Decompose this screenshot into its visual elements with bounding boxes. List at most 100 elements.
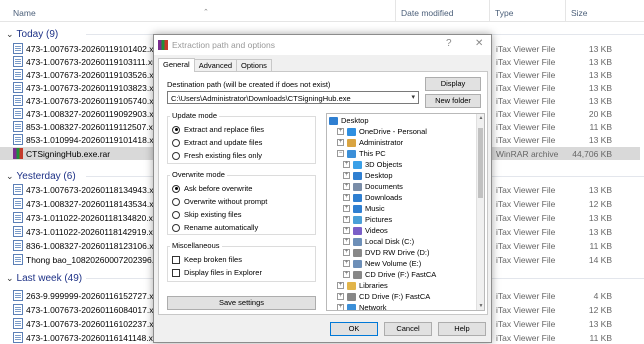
radio-icon[interactable] bbox=[172, 210, 180, 219]
destination-path-value: C:\Users\Administrator\Downloads\CTSigni… bbox=[171, 94, 351, 103]
group-header[interactable]: ⌄ Today (9) bbox=[6, 27, 644, 41]
radio-label: Extract and replace files bbox=[184, 125, 265, 134]
expand-toggle-icon[interactable]: − bbox=[337, 150, 344, 157]
tree-item[interactable]: + Libraries bbox=[337, 280, 388, 291]
group-header[interactable]: ⌄ Last week (49) bbox=[6, 271, 644, 285]
column-separator bbox=[565, 0, 566, 22]
file-type: iTax Viewer File bbox=[496, 83, 556, 93]
xml-file-icon bbox=[13, 332, 23, 343]
help-icon[interactable]: ? bbox=[446, 38, 452, 49]
radio-rename-automatically[interactable]: Rename automatically bbox=[172, 222, 258, 233]
tree-item[interactable]: + Administrator bbox=[337, 137, 403, 148]
dialog-titlebar[interactable]: Extraction path and options ? ✕ bbox=[154, 35, 491, 55]
chevron-down-icon[interactable]: ⌄ bbox=[6, 29, 14, 40]
display-button[interactable]: Display bbox=[425, 77, 481, 91]
column-size[interactable]: Size bbox=[571, 8, 588, 18]
new-folder-button[interactable]: New folder bbox=[425, 94, 481, 108]
expand-toggle-icon[interactable]: + bbox=[337, 139, 344, 146]
radio-selected-icon[interactable] bbox=[172, 125, 180, 134]
checkbox-display-in-explorer[interactable]: Display files in Explorer bbox=[172, 267, 262, 278]
scroll-down-icon[interactable]: ▼ bbox=[477, 303, 484, 309]
radio-ask-before-overwrite[interactable]: Ask before overwrite bbox=[172, 183, 252, 194]
file-size: 14 KB bbox=[588, 255, 612, 265]
expand-toggle-icon[interactable]: + bbox=[343, 271, 350, 278]
tree-item[interactable]: + CD Drive (F:) FastCA bbox=[337, 291, 430, 302]
expand-toggle-icon[interactable]: + bbox=[343, 183, 350, 190]
column-name[interactable]: Name bbox=[13, 8, 36, 18]
expand-toggle-icon[interactable]: + bbox=[343, 227, 350, 234]
tree-item[interactable]: + Documents bbox=[343, 181, 403, 192]
file-name: 853-1.010994-20260119101418.xml bbox=[26, 135, 163, 145]
tree-item[interactable]: + CD Drive (F:) FastCA bbox=[343, 269, 436, 280]
tree-item-label: Desktop bbox=[365, 171, 393, 180]
expand-toggle-icon[interactable]: + bbox=[343, 249, 350, 256]
user-icon bbox=[347, 138, 356, 147]
column-type[interactable]: Type bbox=[495, 8, 513, 18]
tree-item[interactable]: +3D Objects bbox=[343, 159, 402, 170]
radio-icon[interactable] bbox=[172, 138, 180, 147]
cancel-button[interactable]: Cancel bbox=[384, 322, 432, 336]
file-name: 473-1.007673-20260118134943.xml bbox=[26, 185, 163, 195]
expand-toggle-icon[interactable]: + bbox=[343, 161, 350, 168]
group-header[interactable]: ⌄ Yesterday (6) bbox=[6, 169, 644, 183]
tree-item[interactable]: + Downloads bbox=[343, 192, 402, 203]
radio-fresh-existing[interactable]: Fresh existing files only bbox=[172, 150, 262, 161]
tree-item[interactable]: + Local Disk (C:) bbox=[343, 236, 414, 247]
tree-item[interactable]: Desktop bbox=[329, 115, 369, 126]
tab-advanced[interactable]: Advanced bbox=[193, 59, 238, 71]
expand-toggle-icon[interactable]: + bbox=[337, 293, 344, 300]
tree-item[interactable]: − This PC bbox=[337, 148, 386, 159]
column-date-modified[interactable]: Date modified bbox=[401, 8, 453, 18]
tree-scrollbar[interactable]: ▲ ▼ bbox=[476, 114, 484, 310]
expand-toggle-icon[interactable]: + bbox=[343, 194, 350, 201]
file-size: 13 KB bbox=[588, 70, 612, 80]
tree-item[interactable]: + Network bbox=[337, 302, 387, 310]
expand-toggle-icon[interactable]: + bbox=[337, 282, 344, 289]
radio-label: Overwrite without prompt bbox=[184, 197, 268, 206]
scroll-up-icon[interactable]: ▲ bbox=[477, 115, 484, 121]
tree-item[interactable]: + DVD RW Drive (D:) bbox=[343, 247, 429, 258]
scrollbar-thumb[interactable] bbox=[478, 128, 483, 198]
file-type: iTax Viewer File bbox=[496, 213, 556, 223]
tree-item[interactable]: + Videos bbox=[343, 225, 388, 236]
expand-toggle-icon[interactable]: + bbox=[343, 238, 350, 245]
help-button[interactable]: Help bbox=[438, 322, 486, 336]
radio-icon[interactable] bbox=[172, 151, 180, 160]
radio-overwrite-without-prompt[interactable]: Overwrite without prompt bbox=[172, 196, 267, 207]
tree-item[interactable]: + OneDrive - Personal bbox=[337, 126, 427, 137]
checkbox-icon[interactable] bbox=[172, 268, 180, 277]
radio-label: Skip existing files bbox=[184, 210, 242, 219]
radio-icon[interactable] bbox=[172, 223, 180, 232]
tab-general[interactable]: General bbox=[158, 58, 195, 72]
save-settings-button[interactable]: Save settings bbox=[167, 296, 316, 310]
tree-item[interactable]: + Desktop bbox=[343, 170, 393, 181]
expand-toggle-icon[interactable]: + bbox=[337, 128, 344, 135]
tree-item-label: DVD RW Drive (D:) bbox=[365, 248, 430, 257]
chevron-down-icon[interactable]: ⌄ bbox=[6, 273, 14, 284]
checkbox-icon[interactable] bbox=[172, 255, 180, 264]
tree-item[interactable]: + Pictures bbox=[343, 214, 392, 225]
tree-item[interactable]: + New Volume (E:) bbox=[343, 258, 421, 269]
tab-options[interactable]: Options bbox=[236, 59, 272, 71]
radio-icon[interactable] bbox=[172, 197, 180, 206]
radio-skip-existing[interactable]: Skip existing files bbox=[172, 209, 242, 220]
chevron-down-icon[interactable]: ▾ bbox=[411, 93, 415, 101]
chevron-down-icon[interactable]: ⌄ bbox=[6, 171, 14, 182]
radio-extract-replace[interactable]: Extract and replace files bbox=[172, 124, 264, 135]
expand-toggle-icon[interactable]: + bbox=[343, 260, 350, 267]
close-icon[interactable]: ✕ bbox=[475, 38, 483, 49]
destination-path-input[interactable]: C:\Users\Administrator\Downloads\CTSigni… bbox=[167, 91, 419, 104]
expand-toggle-icon[interactable]: + bbox=[343, 216, 350, 223]
folder-tree[interactable]: Desktop + OneDrive - Personal + Administrato… bbox=[326, 113, 485, 311]
expand-toggle-icon[interactable]: + bbox=[343, 172, 350, 179]
xml-file-icon bbox=[13, 134, 23, 145]
winrar-icon bbox=[158, 40, 168, 50]
ok-button[interactable]: OK bbox=[330, 322, 378, 336]
radio-selected-icon[interactable] bbox=[172, 184, 180, 193]
file-size: 44,706 KB bbox=[572, 149, 612, 159]
radio-extract-update[interactable]: Extract and update files bbox=[172, 137, 262, 148]
expand-toggle-icon[interactable]: + bbox=[337, 304, 344, 310]
tree-item[interactable]: + Music bbox=[343, 203, 385, 214]
expand-toggle-icon[interactable]: + bbox=[343, 205, 350, 212]
checkbox-keep-broken-files[interactable]: Keep broken files bbox=[172, 254, 242, 265]
